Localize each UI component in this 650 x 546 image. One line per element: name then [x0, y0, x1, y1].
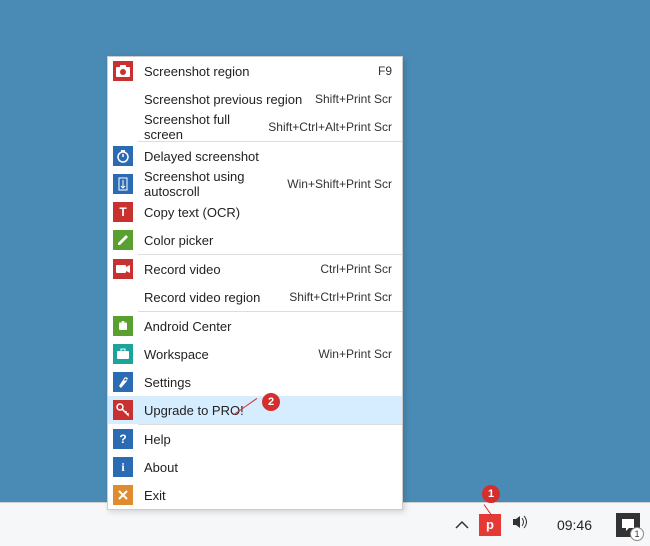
menu-item-android-center[interactable]: Android Center	[108, 312, 402, 340]
menu-item-label: Delayed screenshot	[138, 149, 402, 164]
info-icon: i	[108, 453, 138, 481]
callout-2: 2	[262, 393, 280, 411]
menu-item-shortcut: Shift+Print Scr	[315, 92, 402, 106]
menu-item-screenshot-full-screen[interactable]: Screenshot full screenShift+Ctrl+Alt+Pri…	[108, 113, 402, 141]
menu-item-shortcut: Ctrl+Print Scr	[320, 262, 402, 276]
menu-item-settings[interactable]: Settings	[108, 368, 402, 396]
svg-text:?: ?	[119, 432, 126, 446]
menu-item-shortcut: Win+Print Scr	[318, 347, 402, 361]
menu-item-help[interactable]: ? Help	[108, 425, 402, 453]
menu-item-label: Screenshot using autoscroll	[138, 169, 287, 199]
tray-chevron-icon[interactable]	[451, 513, 473, 537]
blank-icon	[108, 85, 138, 113]
menu-item-workspace[interactable]: WorkspaceWin+Print Scr	[108, 340, 402, 368]
menu-item-about[interactable]: i About	[108, 453, 402, 481]
menu-item-label: Workspace	[138, 347, 318, 362]
key-icon	[108, 396, 138, 424]
svg-text:i: i	[121, 460, 125, 474]
menu-item-label: About	[138, 460, 402, 475]
menu-item-delayed-screenshot[interactable]: Delayed screenshot	[108, 142, 402, 170]
menu-item-label: Copy text (OCR)	[138, 205, 402, 220]
taskbar-clock[interactable]: 09:46	[539, 517, 610, 533]
menu-item-shortcut: Shift+Ctrl+Alt+Print Scr	[268, 120, 402, 134]
help-icon: ?	[108, 425, 138, 453]
menu-item-shortcut: F9	[378, 64, 402, 78]
menu-item-screenshot-using-autoscroll[interactable]: Screenshot using autoscrollWin+Shift+Pri…	[108, 170, 402, 198]
menu-item-label: Color picker	[138, 233, 402, 248]
menu-item-shortcut: Shift+Ctrl+Print Scr	[289, 290, 402, 304]
menu-item-label: Screenshot previous region	[138, 92, 315, 107]
close-icon	[108, 481, 138, 509]
menu-item-label: Settings	[138, 375, 402, 390]
context-menu: Screenshot regionF9Screenshot previous r…	[107, 56, 403, 510]
text-t-icon: T	[108, 198, 138, 226]
timer-icon	[108, 142, 138, 170]
menu-item-label: Android Center	[138, 319, 402, 334]
svg-text:T: T	[119, 205, 127, 219]
menu-item-label: Screenshot region	[138, 64, 378, 79]
menu-item-exit[interactable]: Exit	[108, 481, 402, 509]
menu-item-label: Record video	[138, 262, 320, 277]
video-icon	[108, 255, 138, 283]
wrench-icon	[108, 368, 138, 396]
pencil-icon	[108, 226, 138, 254]
menu-item-label: Help	[138, 432, 402, 447]
callout-1: 1	[482, 485, 500, 503]
volume-icon[interactable]	[507, 510, 533, 539]
blank-icon	[108, 283, 138, 311]
menu-item-screenshot-region[interactable]: Screenshot regionF9	[108, 57, 402, 85]
menu-item-color-picker[interactable]: Color picker	[108, 226, 402, 254]
menu-item-record-video-region[interactable]: Record video regionShift+Ctrl+Print Scr	[108, 283, 402, 311]
menu-item-screenshot-previous-region[interactable]: Screenshot previous regionShift+Print Sc…	[108, 85, 402, 113]
notification-badge: 1	[630, 527, 644, 541]
menu-item-label: Record video region	[138, 290, 289, 305]
notification-icon[interactable]: 1	[616, 513, 640, 537]
menu-item-record-video[interactable]: Record videoCtrl+Print Scr	[108, 255, 402, 283]
menu-item-label: Screenshot full screen	[138, 112, 268, 142]
blank-icon	[108, 113, 138, 141]
tray-app-icon[interactable]: p	[479, 514, 501, 536]
scroll-icon	[108, 170, 138, 198]
menu-item-shortcut: Win+Shift+Print Scr	[287, 177, 402, 191]
briefcase-icon	[108, 340, 138, 368]
menu-item-copy-text-ocr[interactable]: T Copy text (OCR)	[108, 198, 402, 226]
camera-icon	[108, 57, 138, 85]
android-icon	[108, 312, 138, 340]
menu-item-label: Exit	[138, 488, 402, 503]
